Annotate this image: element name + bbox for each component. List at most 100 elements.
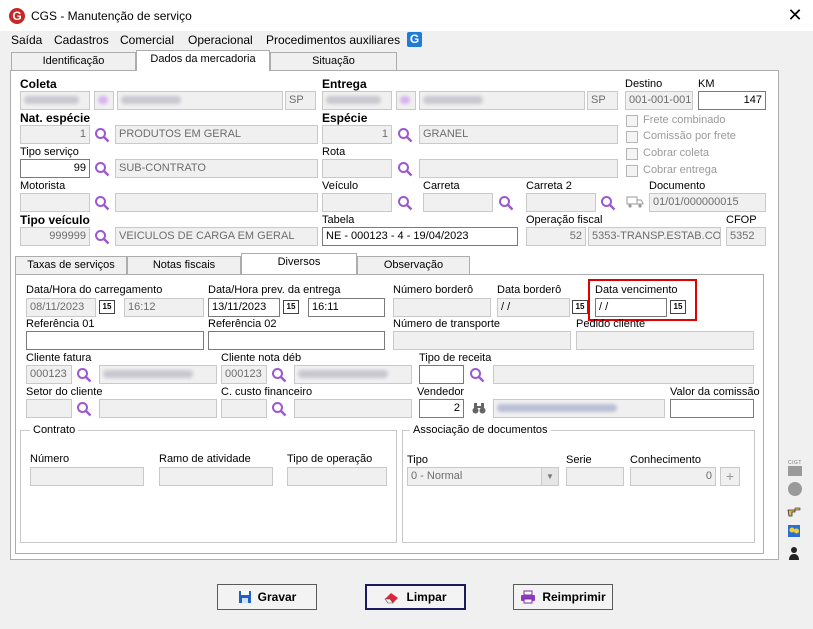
calendar-icon[interactable]: 15 — [572, 300, 588, 314]
nat-especie-label: Nat. espécie — [20, 111, 91, 125]
cfop-label: CFOP — [726, 214, 757, 226]
cliente-nota-code[interactable]: 000123 — [221, 365, 267, 384]
cobrar-entrega-checkbox[interactable] — [626, 165, 638, 177]
cliente-nota-label: Cliente nota déb — [221, 352, 302, 364]
especie-desc: GRANEL — [419, 125, 618, 144]
search-icon[interactable] — [271, 367, 287, 383]
hora-entrega-input[interactable]: 16:11 — [308, 298, 385, 317]
calendar-icon[interactable]: 15 — [670, 300, 686, 314]
motorista-label: Motorista — [20, 180, 66, 192]
especie-code[interactable]: 1 — [322, 125, 392, 144]
setor-cliente-code[interactable] — [26, 399, 72, 418]
entrega-name — [419, 91, 585, 110]
entrega-uf: SP — [587, 91, 618, 110]
motorista-desc — [115, 193, 318, 212]
search-icon[interactable] — [397, 195, 413, 211]
cobrar-coleta-checkbox[interactable] — [626, 148, 638, 160]
person-icon[interactable] — [787, 546, 801, 560]
add-icon[interactable]: + — [720, 467, 740, 486]
veiculo-label: Veículo — [322, 180, 359, 192]
data-bordero-label: Data borderô — [497, 284, 562, 296]
grey-circle-icon[interactable] — [788, 482, 802, 496]
entrega-code[interactable] — [322, 91, 392, 110]
frete-combinado-checkbox[interactable] — [626, 115, 638, 127]
tab-diversos[interactable]: Diversos — [241, 253, 357, 274]
hand-pointer-icon[interactable] — [787, 504, 801, 518]
vendedor-code[interactable]: 2 — [419, 399, 464, 418]
referencia-02-input[interactable] — [208, 331, 385, 350]
truck-icon[interactable] — [626, 195, 644, 209]
tab-identificacao[interactable]: Identificação — [11, 52, 136, 70]
grey-bar-icon[interactable] — [788, 466, 802, 476]
referencia-01-input[interactable] — [26, 331, 204, 350]
search-icon[interactable] — [76, 367, 92, 383]
tab-observacao[interactable]: Observação — [357, 256, 470, 274]
calendar-icon[interactable]: 15 — [283, 300, 299, 314]
data-entrega-label: Data/Hora prev. da entrega — [208, 284, 341, 296]
tipo-servico-label: Tipo serviço — [20, 146, 79, 158]
numero-label: Número — [30, 453, 70, 465]
especie-label: Espécie — [322, 111, 368, 125]
contrato-group — [20, 430, 397, 543]
search-icon[interactable] — [469, 367, 485, 383]
search-icon[interactable] — [94, 229, 110, 245]
data-bordero-field[interactable]: / / — [497, 298, 570, 317]
operacao-fiscal-desc: 5353-TRANSP.ESTAB.CO — [588, 227, 721, 246]
menu-cadastros[interactable]: Cadastros — [54, 33, 109, 47]
help-icon[interactable]: G — [407, 32, 422, 47]
search-icon[interactable] — [271, 401, 287, 417]
carreta-label: Carreta — [423, 180, 460, 192]
operacao-fiscal-label: Operação fiscal — [526, 214, 603, 226]
coleta-label: Coleta — [20, 77, 57, 91]
veiculo-code[interactable] — [322, 193, 392, 212]
gravar-button[interactable]: Gravar — [217, 584, 317, 610]
comissao-frete-checkbox[interactable] — [626, 131, 638, 143]
carreta2-code[interactable] — [526, 193, 596, 212]
data-entrega-input[interactable]: 13/11/2023 — [208, 298, 280, 317]
search-icon[interactable] — [94, 127, 110, 143]
search-icon[interactable] — [76, 401, 92, 417]
tab-taxas-servicos[interactable]: Taxas de serviços — [15, 256, 127, 274]
tab-situacao[interactable]: Situação — [270, 52, 397, 70]
rota-code[interactable] — [322, 159, 392, 178]
tipo-receita-code[interactable] — [419, 365, 464, 384]
data-vencimento-input[interactable]: / / — [595, 298, 667, 317]
search-icon[interactable] — [397, 161, 413, 177]
close-icon[interactable]: ✕ — [784, 4, 806, 26]
search-icon[interactable] — [397, 127, 413, 143]
reimprimir-button[interactable]: Reimprimir — [513, 584, 613, 610]
tab-dados-mercadoria[interactable]: Dados da mercadoria — [136, 50, 270, 71]
calendar-icon[interactable]: 15 — [99, 300, 115, 314]
data-carregamento-label: Data/Hora do carregamento — [26, 284, 163, 296]
search-icon[interactable] — [94, 161, 110, 177]
motorista-code[interactable] — [20, 193, 90, 212]
chevron-down-icon[interactable]: ▼ — [541, 468, 558, 485]
users-icon[interactable] — [787, 524, 801, 538]
coleta-code[interactable] — [20, 91, 90, 110]
tab-notas-fiscais[interactable]: Notas fiscais — [127, 256, 241, 274]
custo-financeiro-code[interactable] — [221, 399, 267, 418]
nat-especie-code[interactable]: 1 — [20, 125, 90, 144]
menu-saida[interactable]: Saída — [11, 33, 42, 47]
search-icon[interactable] — [498, 195, 514, 211]
tipo-select[interactable]: 0 - Normal — [407, 467, 559, 486]
tabela-field[interactable]: NE - 000123 - 4 - 19/04/2023 — [322, 227, 518, 246]
conhecimento-label: Conhecimento — [630, 454, 701, 466]
carreta-code[interactable] — [423, 193, 493, 212]
menu-procedimentos[interactable]: Procedimentos auxiliares — [266, 33, 400, 47]
km-input[interactable]: 147 — [698, 91, 766, 110]
custo-financeiro-desc — [294, 399, 412, 418]
frete-combinado-label: Frete combinado — [643, 114, 726, 126]
valor-comissao-input[interactable] — [670, 399, 754, 418]
menu-operacional[interactable]: Operacional — [188, 33, 253, 47]
tipo-servico-code[interactable]: 99 — [20, 159, 90, 178]
cliente-fatura-code[interactable]: 000123 — [26, 365, 72, 384]
search-icon[interactable] — [600, 195, 616, 211]
search-icon[interactable] — [94, 195, 110, 211]
binoculars-icon[interactable] — [472, 402, 486, 415]
operacao-fiscal-code[interactable]: 52 — [526, 227, 586, 246]
menu-comercial[interactable]: Comercial — [120, 33, 174, 47]
setor-cliente-desc — [99, 399, 217, 418]
tipo-veiculo-code[interactable]: 999999 — [20, 227, 90, 246]
limpar-button[interactable]: Limpar — [365, 584, 466, 610]
